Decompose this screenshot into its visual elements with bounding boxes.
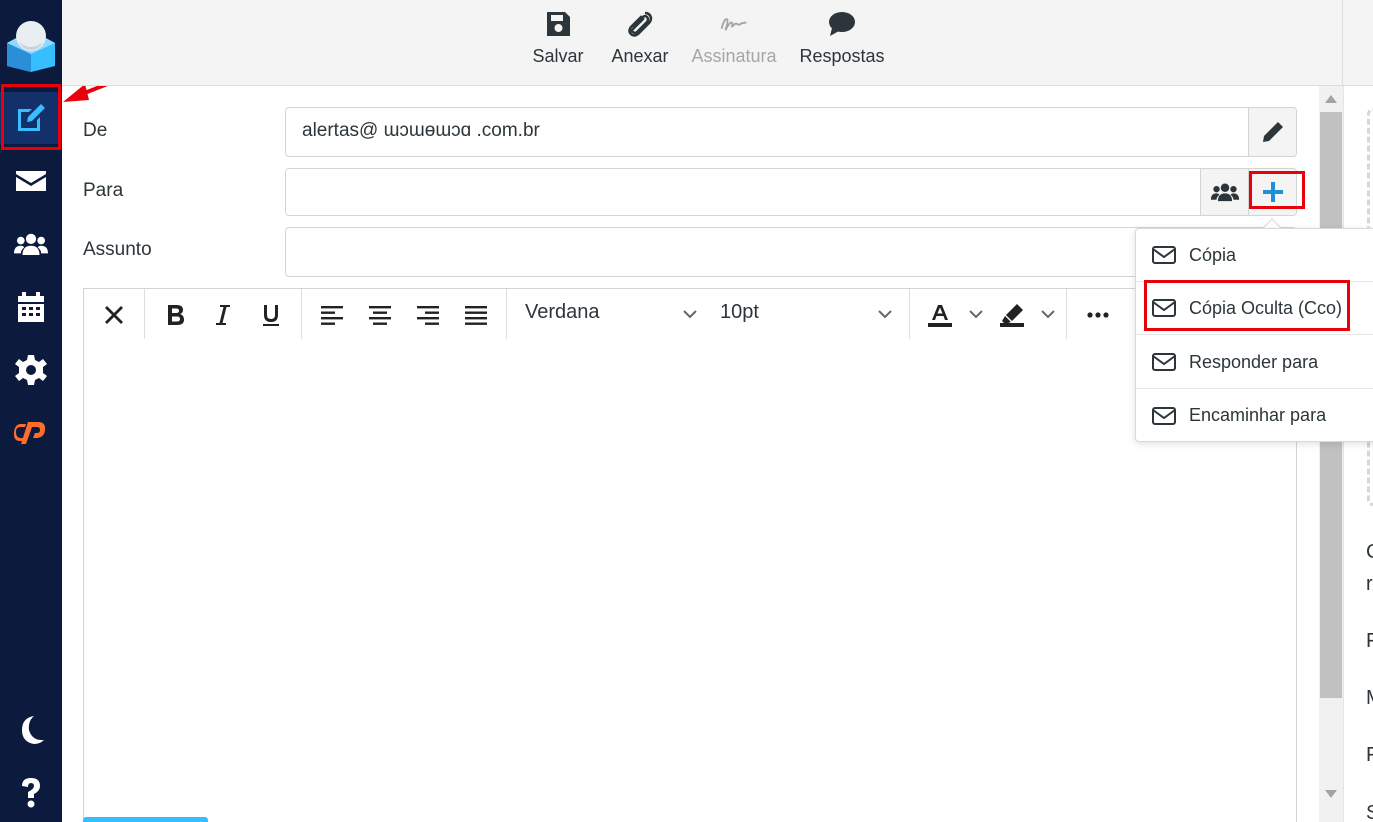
from-field[interactable]: alertas@ ɯɔɯɵɯɔɑ .com.br: [285, 107, 1297, 157]
options-text-partial: S: [1366, 802, 1373, 822]
signature-label: Assinatura: [691, 46, 777, 66]
highlight-box-compose: [1, 84, 61, 150]
envelope-outline-icon: [1152, 406, 1176, 425]
editor-separator: [1066, 289, 1067, 339]
cpanel-icon: [14, 422, 46, 444]
question-icon: [22, 778, 40, 808]
add-header-menu: Cópia Cópia Oculta (Cco) Responder para …: [1135, 228, 1373, 442]
menu-item-cc[interactable]: Cópia: [1136, 229, 1373, 282]
sidebar-item-cpanel[interactable]: [0, 407, 62, 459]
font-family-select[interactable]: Verdana: [525, 301, 600, 324]
underline-button[interactable]: [253, 297, 289, 333]
from-value: alertas@ ɯɔɯɵɯɔɑ .com.br: [302, 120, 540, 141]
signature-button[interactable]: Assinatura: [686, 10, 782, 76]
signature-icon: [720, 18, 747, 31]
menu-item-label: Encaminhar para: [1189, 405, 1327, 425]
options-text-partial: C: [1366, 541, 1373, 564]
options-text-partial: F: [1366, 630, 1373, 652]
more-tools-button[interactable]: [1080, 297, 1116, 333]
bold-button[interactable]: [157, 297, 193, 333]
edit-identity-button[interactable]: [1248, 108, 1296, 156]
compose-toolbar: Salvar Anexar Assinatura Respostas: [62, 0, 1342, 86]
users-icon: [1210, 183, 1239, 202]
responses-label: Respostas: [799, 46, 885, 66]
save-icon: [547, 12, 570, 36]
editor-separator: [506, 289, 507, 339]
address-book-button[interactable]: [1200, 169, 1248, 215]
attach-button[interactable]: Anexar: [600, 10, 680, 76]
envelope-outline-icon: [1152, 246, 1176, 264]
underline-icon: [263, 305, 279, 326]
message-editor[interactable]: Verdana 10pt: [83, 288, 1297, 822]
from-label: De: [83, 120, 108, 141]
sidebar-item-help[interactable]: [0, 766, 62, 818]
close-icon: [105, 306, 123, 324]
roundcube-logo-icon: [7, 21, 55, 72]
envelope-icon: [16, 171, 46, 191]
pencil-icon: [1262, 122, 1283, 142]
sidebar-item-contacts[interactable]: [0, 218, 62, 270]
menu-item-label: Responder para: [1189, 351, 1319, 372]
toolbar-right-edge: [1342, 0, 1373, 86]
options-text-partial: F: [1366, 744, 1373, 766]
sidebar-item-theme[interactable]: [0, 704, 62, 756]
save-label: Salvar: [532, 46, 584, 66]
align-center-button[interactable]: [362, 297, 398, 333]
align-justify-icon: [465, 306, 487, 325]
scroll-up-icon[interactable]: [1325, 95, 1337, 103]
chevron-down-icon[interactable]: [968, 306, 984, 322]
editor-toolbar: Verdana 10pt: [84, 289, 1296, 339]
highlighter-icon: [1000, 304, 1024, 327]
envelope-outline-icon: [1152, 353, 1176, 371]
comment-icon: [829, 12, 855, 36]
text-color-button[interactable]: [922, 297, 958, 333]
sidebar-item-mail[interactable]: [0, 155, 62, 207]
responses-button[interactable]: Respostas: [792, 10, 892, 76]
italic-button[interactable]: [205, 297, 241, 333]
align-left-icon: [321, 306, 343, 325]
options-text-partial: r: [1366, 573, 1373, 595]
to-field[interactable]: [285, 168, 1297, 216]
sidebar-item-settings[interactable]: [0, 344, 62, 396]
options-text-partial: M: [1366, 687, 1373, 710]
scroll-down-icon[interactable]: [1325, 790, 1337, 798]
highlight-box-add-header: [1249, 171, 1305, 209]
more-icon: [1087, 312, 1109, 318]
send-button[interactable]: [83, 817, 208, 822]
editor-separator: [909, 289, 910, 339]
chevron-down-icon[interactable]: [682, 306, 698, 322]
highlight-color-button[interactable]: [994, 297, 1030, 333]
editor-separator: [144, 289, 145, 339]
font-size-select[interactable]: 10pt: [720, 301, 759, 324]
to-label: Para: [83, 180, 124, 201]
menu-item-followup-to[interactable]: Encaminhar para: [1136, 389, 1373, 442]
menu-item-label: Cópia: [1189, 244, 1237, 265]
highlight-box-bcc: [1144, 280, 1350, 331]
calendar-icon: [18, 292, 44, 322]
users-icon: [14, 233, 48, 256]
editor-separator: [301, 289, 302, 339]
menu-item-reply-to[interactable]: Responder para: [1136, 336, 1373, 389]
subject-label: Assunto: [83, 239, 152, 260]
align-right-icon: [417, 306, 439, 325]
clear-format-button[interactable]: [96, 297, 132, 333]
save-button[interactable]: Salvar: [518, 10, 598, 76]
attach-label: Anexar: [611, 46, 669, 66]
text-color-icon: [928, 305, 952, 327]
align-right-button[interactable]: [410, 297, 446, 333]
moon-icon: [22, 716, 44, 744]
align-left-button[interactable]: [314, 297, 350, 333]
bold-icon: [168, 305, 184, 325]
align-justify-button[interactable]: [458, 297, 494, 333]
sidebar-item-calendar[interactable]: [0, 281, 62, 333]
gear-icon: [15, 355, 47, 385]
paperclip-icon: [628, 11, 653, 37]
chevron-down-icon[interactable]: [1040, 306, 1056, 322]
chevron-down-icon[interactable]: [877, 306, 893, 322]
italic-icon: [216, 305, 230, 325]
align-center-icon: [369, 306, 391, 325]
